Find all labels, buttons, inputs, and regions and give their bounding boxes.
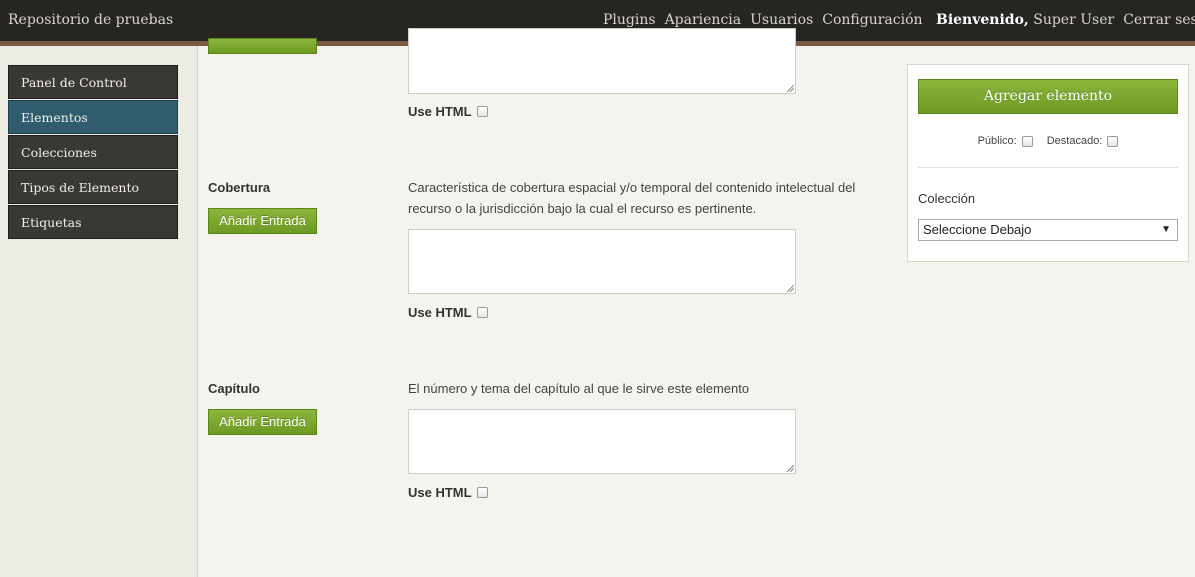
resize-grip-icon[interactable] bbox=[785, 463, 794, 472]
collection-select[interactable]: Seleccione Debajo ▼ bbox=[918, 219, 1178, 241]
nav-configuracion[interactable]: Configuración bbox=[822, 12, 922, 28]
cobertura-textarea[interactable] bbox=[408, 229, 796, 294]
cobertura-add-entry-button[interactable]: Añadir Entrada bbox=[208, 208, 317, 234]
use-html-checkbox[interactable] bbox=[476, 106, 488, 117]
previous-textarea[interactable] bbox=[408, 28, 796, 94]
field-label-cobertura: Cobertura bbox=[208, 180, 271, 195]
resize-grip-icon[interactable] bbox=[785, 283, 794, 292]
use-html-label: Use HTML bbox=[408, 104, 472, 119]
logout-link[interactable]: Cerrar sesión bbox=[1123, 12, 1195, 28]
capitulo-add-entry-button[interactable]: Añadir Entrada bbox=[208, 409, 317, 435]
featured-checkbox[interactable] bbox=[1107, 135, 1119, 147]
sidebar-item-elementos[interactable]: Elementos bbox=[8, 100, 178, 134]
panel-divider bbox=[918, 167, 1178, 168]
field-description-capitulo: El número y tema del capítulo al que le … bbox=[408, 381, 750, 396]
user-name-link[interactable]: Super User bbox=[1033, 12, 1114, 28]
sidebar-item-colecciones[interactable]: Colecciones bbox=[8, 135, 178, 169]
site-title[interactable]: Repositorio de pruebas bbox=[8, 12, 173, 28]
nav-plugins[interactable]: Plugins bbox=[603, 12, 656, 28]
use-html-label: Use HTML bbox=[408, 305, 472, 320]
sidebar-item-tipos-de-elemento[interactable]: Tipos de Elemento bbox=[8, 170, 178, 204]
featured-label: Destacado: bbox=[1046, 135, 1103, 147]
welcome-text: Bienvenido, bbox=[936, 12, 1029, 28]
save-panel: Agregar elemento Público: Destacado: Col… bbox=[907, 64, 1189, 262]
collection-select-value: Seleccione Debajo bbox=[923, 222, 1032, 237]
collection-title: Colección bbox=[918, 191, 976, 206]
sidebar-item-panel-de-control[interactable]: Panel de Control bbox=[8, 65, 178, 99]
global-nav: Plugins Apariencia Usuarios Configuració… bbox=[603, 12, 923, 28]
public-checkbox[interactable] bbox=[1021, 135, 1033, 147]
field-description-cobertura: Característica de cobertura espacial y/o… bbox=[408, 180, 856, 216]
nav-usuarios[interactable]: Usuarios bbox=[750, 12, 813, 28]
previous-use-html[interactable]: Use HTML bbox=[408, 104, 488, 119]
capitulo-use-html[interactable]: Use HTML bbox=[408, 485, 488, 500]
field-label-capitulo: Capítulo bbox=[208, 381, 260, 396]
visibility-options: Público: Destacado: bbox=[908, 135, 1188, 147]
use-html-checkbox[interactable] bbox=[476, 307, 488, 318]
cobertura-use-html[interactable]: Use HTML bbox=[408, 305, 488, 320]
sidebar-menu: Panel de Control Elementos Colecciones T… bbox=[8, 65, 178, 240]
featured-option[interactable]: Destacado: bbox=[1047, 135, 1119, 147]
user-nav: Bienvenido, Super User Cerrar sesión bbox=[936, 12, 1195, 28]
sidebar-item-etiquetas[interactable]: Etiquetas bbox=[8, 205, 178, 239]
use-html-label: Use HTML bbox=[408, 485, 472, 500]
sidebar: Panel de Control Elementos Colecciones T… bbox=[0, 46, 198, 577]
chevron-down-icon: ▼ bbox=[1161, 224, 1171, 235]
public-label: Público: bbox=[977, 135, 1017, 147]
use-html-checkbox[interactable] bbox=[476, 487, 488, 498]
add-item-button[interactable]: Agregar elemento bbox=[918, 79, 1178, 114]
previous-add-entry-button[interactable] bbox=[208, 38, 317, 54]
nav-apariencia[interactable]: Apariencia bbox=[665, 12, 742, 28]
resize-grip-icon[interactable] bbox=[785, 83, 794, 92]
capitulo-textarea[interactable] bbox=[408, 409, 796, 474]
public-option[interactable]: Público: bbox=[978, 135, 1033, 147]
